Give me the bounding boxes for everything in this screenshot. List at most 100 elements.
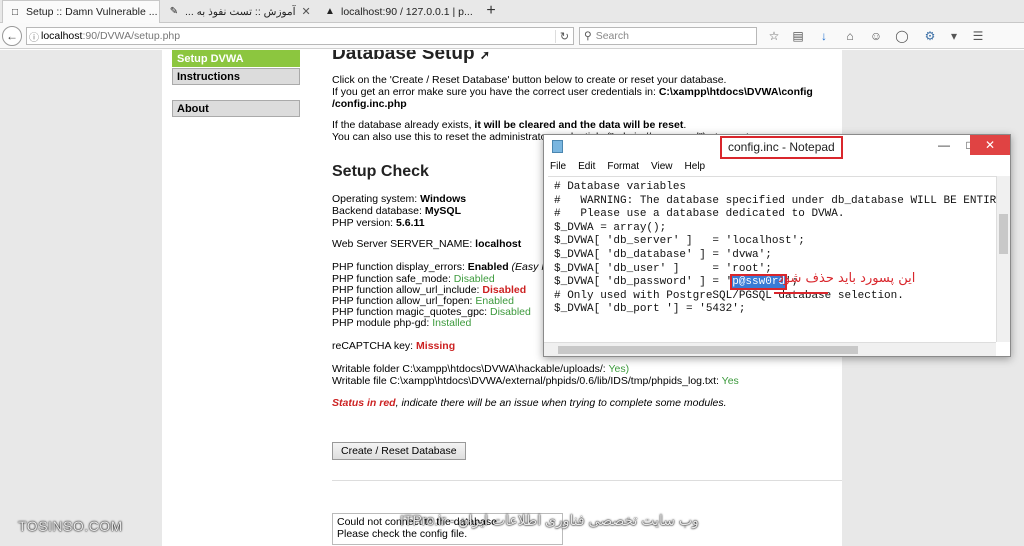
exists-prefix: If the database already exists, <box>332 119 475 131</box>
code-line: $_DVWA = array(); <box>554 221 667 234</box>
tab-setup-dvwa[interactable]: □ Setup :: Damn Vulnerable ... ✕ <box>2 0 160 23</box>
reading-list-icon[interactable]: ▤ <box>790 29 806 43</box>
code-line: $_DVWA[ 'db_server' ] = 'localhost'; <box>554 235 805 248</box>
navigation-bar: ← ⓘ localhost:90/DVWA/setup.php ↻ ⚲ Sear… <box>0 23 1024 49</box>
os-label: Operating system: <box>332 193 421 205</box>
search-input[interactable]: ⚲ Search <box>579 27 757 45</box>
server-name-line: Web Server SERVER_NAME: localhost <box>332 238 521 250</box>
pencil-favicon-icon: ✎ <box>169 6 179 17</box>
status-red-text: Status in red <box>332 397 396 409</box>
tab-title: آموزش :: تست نفوذ به ... <box>185 5 296 18</box>
url-path: :90/DVWA/setup.php <box>82 30 181 42</box>
annotation-arrow <box>774 292 828 294</box>
notepad-text-area[interactable]: # Database variables # WARNING: The datab… <box>548 176 996 342</box>
new-tab-plus-icon[interactable]: + <box>482 2 500 20</box>
intro-line-3: /config.inc.php <box>332 98 407 110</box>
create-reset-database-button[interactable]: Create / Reset Database <box>332 442 466 460</box>
chat-icon[interactable]: ☺ <box>868 29 884 43</box>
notepad-window[interactable]: config.inc - Notepad — □ ✕ File Edit For… <box>543 134 1011 357</box>
tab-tosinso[interactable]: ✎ آموزش :: تست نفوذ به ... ✕ <box>162 0 314 23</box>
intro-line-2-prefix: If you get an error make sure you have t… <box>332 86 659 98</box>
intro-line-1: Click on the 'Create / Reset Database' b… <box>332 74 727 86</box>
php-value: 5.6.11 <box>396 217 425 229</box>
watermark-left: TOSINSO.COM <box>18 518 123 534</box>
reload-icon[interactable]: ↻ <box>555 29 573 43</box>
search-icon: ⚲ <box>584 30 592 42</box>
exists-bold: it will be cleared and the data will be … <box>474 119 684 131</box>
writable-file-value: Yes <box>721 375 739 387</box>
scroll-thumb[interactable] <box>999 214 1008 254</box>
setup-check-title: Setup Check <box>332 163 429 180</box>
os-value: Windows <box>420 193 467 205</box>
cursor-pointer-icon: ➚ <box>479 50 490 62</box>
code-line: # WARNING: The database specified under … <box>554 194 996 207</box>
back-arrow-icon[interactable]: ← <box>2 26 22 46</box>
notepad-app-icon <box>552 140 563 153</box>
db-value: MySQL <box>424 205 461 217</box>
exists-warning: If the database already exists, it will … <box>332 119 686 131</box>
home-icon[interactable]: ⌂ <box>842 29 858 43</box>
intro-line-2: If you get an error make sure you have t… <box>332 86 813 98</box>
close-tab-icon[interactable]: ✕ <box>296 5 311 18</box>
url-bar[interactable]: ⓘ localhost:90/DVWA/setup.php ↻ <box>26 27 574 45</box>
horizontal-scrollbar[interactable] <box>544 342 996 356</box>
menu-format[interactable]: Format <box>601 159 645 175</box>
code-line: # Please use a database dedicated to DVW… <box>554 208 845 221</box>
config-path: C:\xampp\htdocs\DVWA\config <box>658 86 813 98</box>
url-host: localhost <box>41 30 83 42</box>
db-label: Backend database: <box>332 205 425 217</box>
dvwa-favicon-icon: □ <box>11 6 19 18</box>
downloads-arrow-icon[interactable]: ↓ <box>816 29 832 43</box>
php-version-line: PHP version: 5.6.11 <box>332 217 425 229</box>
writable-folder-line: Writable folder C:\xampp\htdocs\DVWA\hac… <box>332 363 629 375</box>
php-label: PHP version: <box>332 217 396 229</box>
phpmyadmin-favicon-icon: ▲ <box>325 6 335 17</box>
notepad-title: config.inc - Notepad <box>720 136 843 159</box>
dropdown-chevron-icon[interactable]: ▾ <box>946 29 962 43</box>
info-icon[interactable]: ⓘ <box>27 29 41 44</box>
watermark-center: وب سایت تخصصی فناوری اطلاعات ایران - ITP… <box>400 512 699 528</box>
code-line: $_DVWA[ 'db_port '] = '5432'; <box>554 303 746 316</box>
browser-tab-bar: □ Setup :: Damn Vulnerable ... ✕ ✎ آموزش… <box>0 0 1024 23</box>
error-line-2: Please check the config file. <box>337 528 468 540</box>
minimize-icon[interactable]: — <box>930 135 958 155</box>
menu-file[interactable]: File <box>544 159 572 175</box>
notepad-title-bar[interactable]: config.inc - Notepad — □ ✕ <box>544 135 1010 159</box>
writable-folder-label: Writable folder C:\xampp\htdocs\DVWA\hac… <box>332 363 609 375</box>
page-title: Database Setup ➚ <box>332 50 490 65</box>
server-label: Web Server SERVER_NAME: <box>332 238 476 250</box>
close-tab-icon[interactable]: ✕ <box>473 5 478 18</box>
bookmark-star-icon[interactable]: ☆ <box>766 29 782 43</box>
code-line: $_DVWA[ 'db_user' ] = 'root'; <box>554 262 772 275</box>
vertical-scrollbar[interactable] <box>996 176 1010 342</box>
sidebar-item-setup-dvwa[interactable]: Setup DVWA <box>172 50 300 67</box>
close-icon[interactable]: ✕ <box>970 135 1010 155</box>
menu-help[interactable]: Help <box>679 159 712 175</box>
menu-view[interactable]: View <box>645 159 679 175</box>
page-title-text: Database Setup <box>332 50 475 64</box>
sidebar-item-instructions[interactable]: Instructions <box>172 68 300 85</box>
tab-phpmyadmin[interactable]: ▲ localhost:90 / 127.0.0.1 | p... ✕ <box>318 0 478 23</box>
close-tab-icon[interactable]: ✕ <box>158 6 159 19</box>
magic-quotes-value: Disabled <box>490 306 531 318</box>
search-placeholder: Search <box>595 30 629 42</box>
server-value: localhost <box>475 238 522 250</box>
sidebar-item-about[interactable]: About <box>172 100 300 117</box>
display-errors-label: PHP function display_errors: <box>332 261 468 273</box>
status-suffix: , indicate there will be an issue when t… <box>395 397 727 409</box>
scroll-thumb[interactable] <box>558 346 858 354</box>
recaptcha-line: reCAPTCHA key: Missing <box>332 340 455 352</box>
writable-file-label: Writable file C:\xampp\htdocs\DVWA/exter… <box>332 375 722 387</box>
writable-folder-value: Yes) <box>608 363 630 375</box>
menu-edit[interactable]: Edit <box>572 159 601 175</box>
hamburger-menu-icon[interactable]: ☰ <box>970 29 986 43</box>
config-file: /config.inc.php <box>332 98 407 110</box>
extension-icon[interactable]: ⚙ <box>922 29 938 43</box>
recaptcha-value: Missing <box>416 340 456 352</box>
display-errors-line: PHP function display_errors: Enabled (Ea… <box>332 261 574 273</box>
notepad-menu-bar: File Edit Format View Help <box>544 159 1010 175</box>
status-legend: Status in red, indicate there will be an… <box>332 397 727 409</box>
pocket-icon[interactable]: ◯ <box>894 29 910 43</box>
tab-title: localhost:90 / 127.0.0.1 | p... <box>341 5 473 18</box>
os-line: Operating system: Windows <box>332 193 466 205</box>
